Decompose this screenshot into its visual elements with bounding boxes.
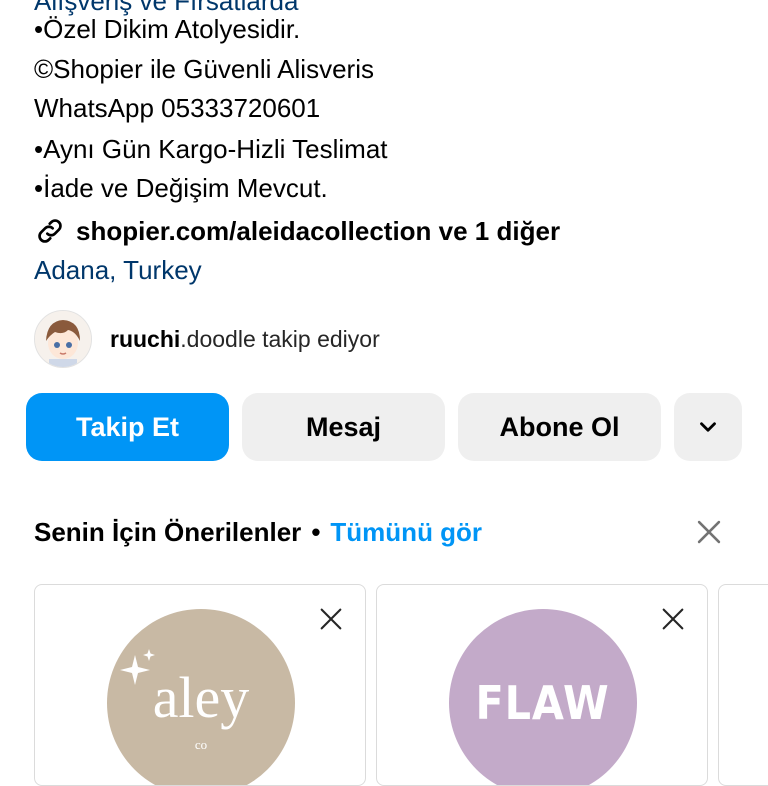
avatar[interactable]	[34, 310, 92, 368]
message-button[interactable]: Mesaj	[242, 393, 445, 461]
suggestion-card-partial[interactable]	[718, 584, 768, 786]
bio-link-text[interactable]: shopier.com/aleidacollection ve 1 diğer	[76, 216, 560, 247]
bio-line: WhatsApp 05333720601	[34, 93, 321, 123]
suggestion-card[interactable]: FLAW	[376, 584, 708, 786]
suggestions-header: Senin İçin Önerilenler • Tümünü gör	[34, 512, 482, 552]
separator-dot: •	[311, 516, 321, 547]
more-options-button[interactable]	[674, 393, 742, 461]
follow-button[interactable]: Takip Et	[26, 393, 229, 461]
close-icon[interactable]	[317, 605, 345, 633]
followed-by-row[interactable]: ruuchi.doodle takip ediyor	[34, 310, 380, 368]
see-all-link[interactable]: Tümünü gör	[330, 517, 482, 548]
followed-by-text: ruuchi.doodle takip ediyor	[110, 326, 380, 353]
suggestion-logo-text: FLAW	[475, 676, 611, 730]
subscribe-button[interactable]: Abone Ol	[458, 393, 661, 461]
bio-line: •Aynı Gün Kargo-Hizli Teslimat	[34, 134, 388, 164]
bio-line: ©Shopier ile Güvenli Alisveris	[34, 54, 374, 84]
chevron-down-icon	[700, 422, 716, 432]
avatar-illustration	[35, 311, 91, 367]
suggestion-avatar[interactable]: FLAW	[449, 609, 637, 785]
location-link[interactable]: Adana, Turkey	[34, 255, 202, 286]
close-icon[interactable]	[692, 515, 726, 549]
suggestion-logo-sub: co	[194, 737, 208, 752]
followed-by-username[interactable]: ruuchi	[110, 326, 180, 352]
bio-line: •Özel Dikim Atolyesidir.	[34, 14, 301, 44]
bio-line: •İade ve Değişim Mevcut.	[34, 173, 328, 203]
link-icon	[38, 219, 62, 243]
suggestions-title: Senin İçin Önerilenler	[34, 516, 302, 547]
close-icon[interactable]	[659, 605, 687, 633]
bio-link[interactable]: shopier.com/aleidacollection ve 1 diğer	[34, 212, 560, 250]
suggestion-logo-text: aley	[152, 664, 250, 730]
suggestion-avatar[interactable]: aley co	[107, 609, 295, 785]
suggestion-card[interactable]: aley co	[34, 584, 366, 786]
followed-by-rest: .doodle takip ediyor	[180, 325, 380, 352]
sparkle-icon	[120, 649, 155, 685]
